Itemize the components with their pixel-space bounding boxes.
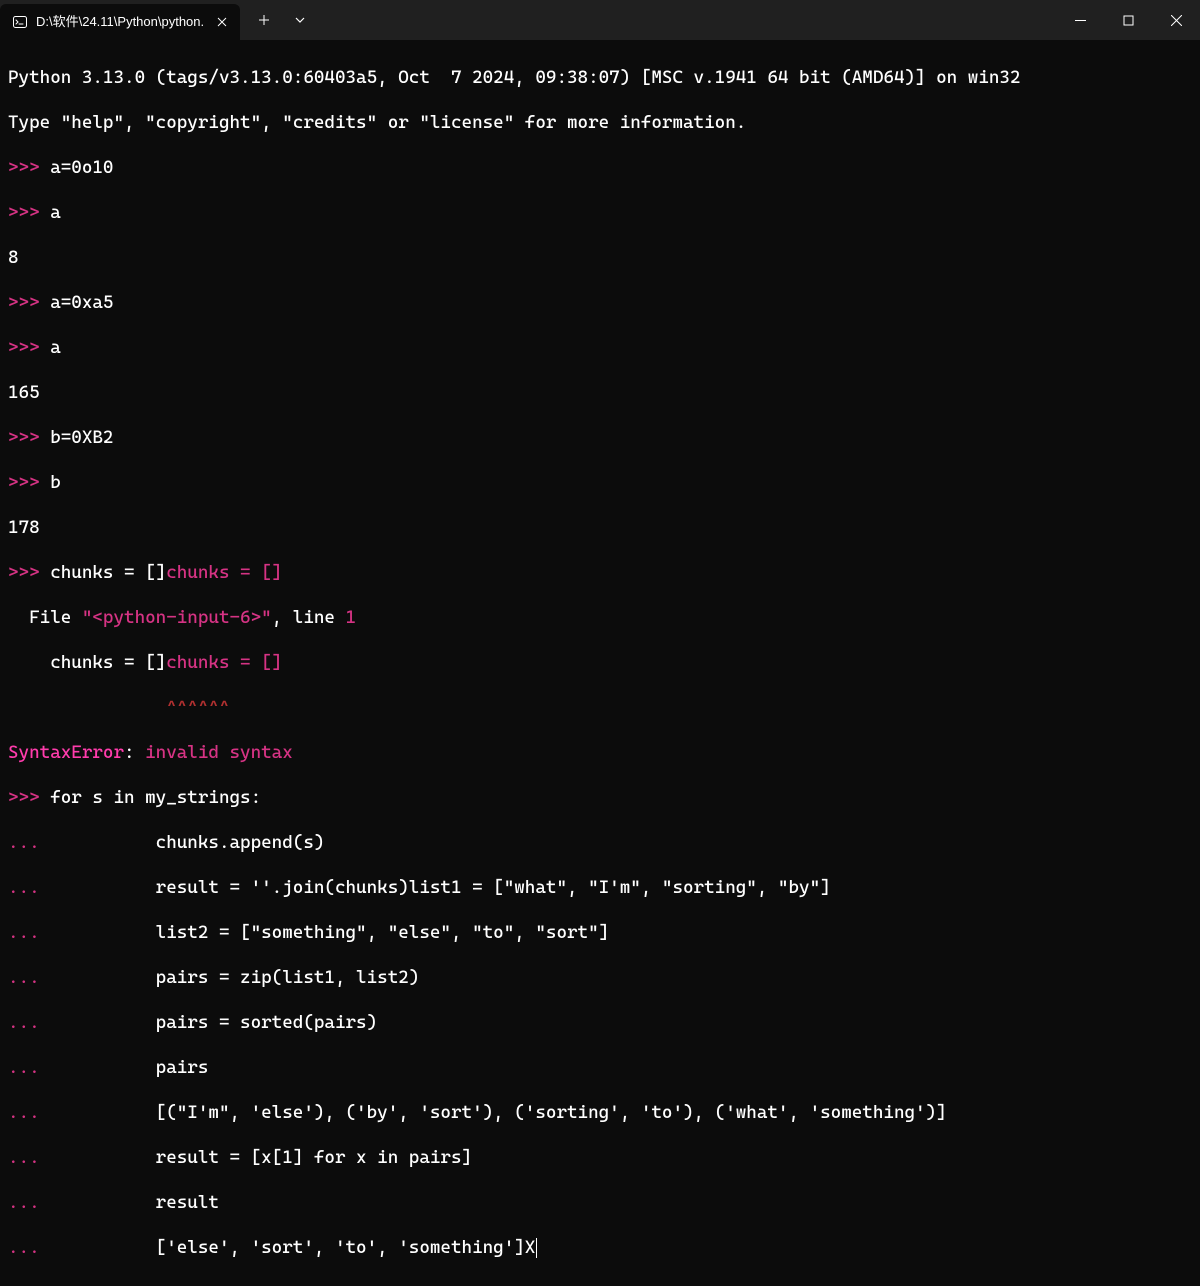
python-help-hint: Type "help", "copyright", "credits" or "… [8,112,746,133]
terminal-tab[interactable]: D:\软件\24.11\Python\python. [0,4,240,40]
repl-prompt: >>> [8,202,50,223]
traceback-caret: ^^^^^^ [166,697,229,718]
repl-continuation: ... [8,877,50,898]
repl-continuation: ... [8,1012,50,1033]
repl-cont-indent [50,967,155,988]
repl-cont-input: ['else', 'sort', 'to', 'something']X [156,1237,536,1258]
traceback-filename: "<python-input-6>" [82,607,272,628]
new-tab-button[interactable] [246,2,282,38]
text-cursor [536,1238,537,1258]
repl-continuation: ... [8,1102,50,1123]
tab-actions [246,2,318,38]
error-message: invalid syntax [145,742,293,763]
repl-input: b=0XB2 [50,427,113,448]
terminal-icon [12,14,28,30]
repl-cont-indent [50,1192,155,1213]
traceback-caret-indent [8,697,166,718]
repl-prompt: >>> [8,292,50,313]
repl-cont-input: pairs = zip(list1, list2) [156,967,420,988]
repl-cont-indent [50,1102,155,1123]
repl-input-part: chunks = [] [50,562,166,583]
repl-cont-input: chunks.append(s) [156,832,325,853]
repl-cont-input: [("I'm", 'else'), ('by', 'sort'), ('sort… [156,1102,947,1123]
repl-cont-indent [50,1237,155,1258]
repl-prompt: >>> [8,157,50,178]
repl-continuation: ... [8,1192,50,1213]
repl-output: 165 [8,382,40,403]
repl-continuation: ... [8,967,50,988]
repl-continuation: ... [8,832,50,853]
repl-cont-indent [50,1012,155,1033]
repl-cont-indent [50,832,155,853]
tab-title: D:\软件\24.11\Python\python. [36,14,206,30]
tab-close-button[interactable] [214,14,230,30]
error-colon: : [124,742,145,763]
error-type: SyntaxError [8,742,124,763]
repl-prompt: >>> [8,427,50,448]
traceback-echo-error-part: chunks = [] [166,652,282,673]
close-button[interactable] [1152,0,1200,40]
repl-cont-indent [50,922,155,943]
repl-cont-input: result [156,1192,219,1213]
repl-prompt: >>> [8,337,50,358]
titlebar: D:\软件\24.11\Python\python. [0,0,1200,40]
repl-cont-input: pairs = sorted(pairs) [156,1012,377,1033]
traceback-echo-indent [8,652,50,673]
repl-continuation: ... [8,1147,50,1168]
repl-input: for s in my_strings: [50,787,261,808]
repl-cont-indent [50,1057,155,1078]
repl-continuation: ... [8,1057,50,1078]
repl-cont-input: result = [x[1] for x in pairs] [156,1147,472,1168]
repl-cont-input: result = ''.join(chunks)list1 = ["what",… [156,877,831,898]
traceback-file-pre: File [8,607,82,628]
minimize-button[interactable] [1056,0,1104,40]
repl-output: 178 [8,517,40,538]
window-controls [1056,0,1200,40]
maximize-button[interactable] [1104,0,1152,40]
traceback-echo-part: chunks = [] [50,652,166,673]
repl-input: a=0xa5 [50,292,113,313]
python-banner: Python 3.13.0 (tags/v3.13.0:60403a5, Oct… [8,67,1021,88]
repl-cont-indent [50,877,155,898]
repl-input: a [50,337,61,358]
repl-input: a=0o10 [50,157,113,178]
traceback-line-no: 1 [346,607,357,628]
repl-continuation: ... [8,922,50,943]
repl-input: b [50,472,61,493]
repl-input: a [50,202,61,223]
repl-input-error-part: chunks = [] [166,562,282,583]
repl-cont-input: pairs [156,1057,209,1078]
traceback-file-post: , line [272,607,346,628]
repl-continuation: ... [8,1237,50,1258]
repl-cont-input: list2 = ["something", "else", "to", "sor… [156,922,610,943]
repl-output: 8 [8,247,19,268]
repl-cont-indent [50,1147,155,1168]
repl-prompt: >>> [8,472,50,493]
terminal-content[interactable]: Python 3.13.0 (tags/v3.13.0:60403a5, Oct… [0,40,1200,1286]
repl-prompt: >>> [8,787,50,808]
repl-prompt: >>> [8,562,50,583]
tab-dropdown-button[interactable] [282,2,318,38]
